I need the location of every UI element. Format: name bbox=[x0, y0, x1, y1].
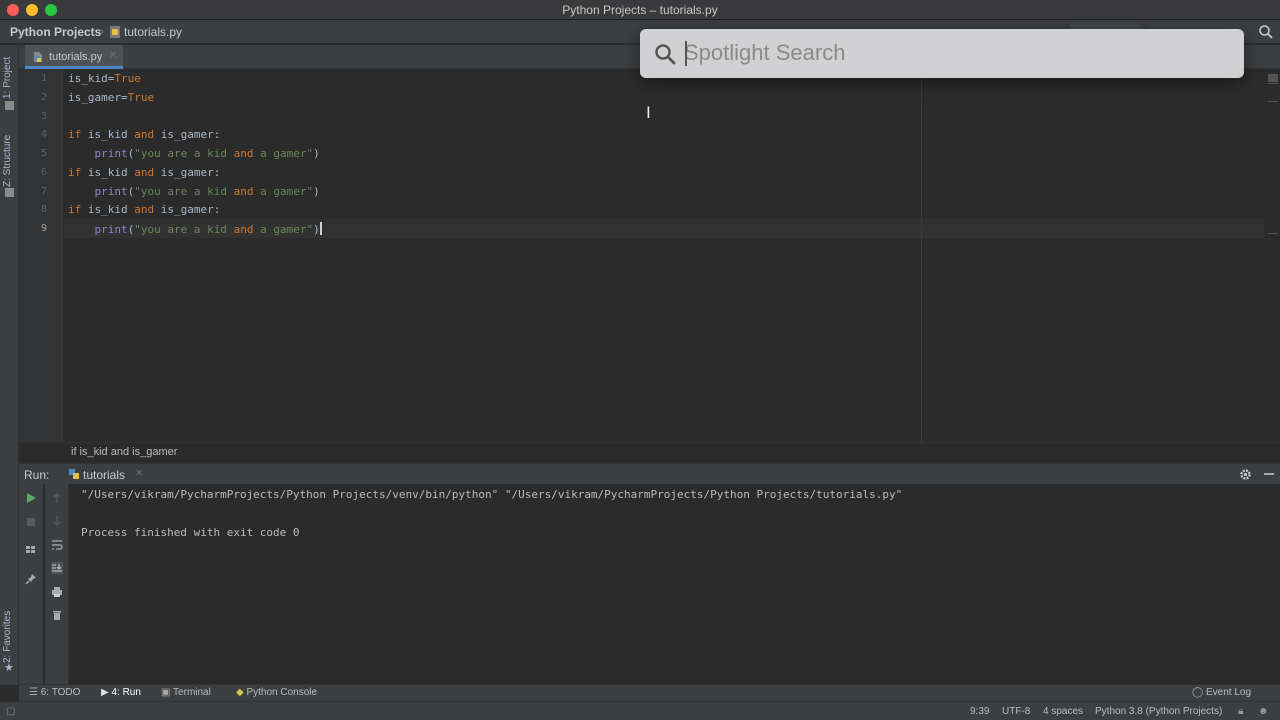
run-panel-header: Run: tutorials ✕ bbox=[19, 463, 1280, 484]
code-line[interactable]: print("you are a kid and a gamer") bbox=[68, 147, 320, 160]
toggle-tool-windows-icon[interactable]: ▢ bbox=[6, 706, 15, 717]
run-panel-label: Run: bbox=[24, 468, 50, 482]
code-breadcrumb[interactable]: if is_kid and is_gamer bbox=[71, 446, 177, 458]
project-tool-tab[interactable]: 1: Project bbox=[2, 51, 18, 99]
run-tab-tutorials[interactable]: tutorials bbox=[83, 468, 125, 482]
run-label: 4: Run bbox=[111, 687, 141, 698]
python-interpreter[interactable]: Python 3.8 (Python Projects) bbox=[1095, 706, 1222, 717]
run-tool-button[interactable]: ▶ 4: Run bbox=[101, 687, 141, 698]
python-console-label: Python Console bbox=[246, 687, 318, 698]
code-text: print("you are a kid and a gamer") bbox=[94, 185, 320, 198]
code-text: if is_kid and is_gamer: bbox=[68, 203, 221, 216]
close-tab-icon[interactable]: ✕ bbox=[109, 50, 117, 61]
code-text: is_gamer=True bbox=[68, 91, 155, 104]
breadcrumb-project[interactable]: Python Projects bbox=[10, 25, 101, 39]
breadcrumb-file[interactable]: tutorials.py bbox=[124, 25, 182, 39]
tab-label: tutorials.py bbox=[49, 51, 103, 63]
gear-icon[interactable] bbox=[1239, 468, 1252, 481]
layout-icon[interactable] bbox=[25, 544, 37, 556]
code-line[interactable]: if is_kid and is_gamer: bbox=[68, 128, 220, 141]
line-number: 7 bbox=[40, 186, 47, 197]
minimize-panel-icon[interactable] bbox=[1264, 473, 1274, 475]
window-title: Python Projects – tutorials.py bbox=[562, 3, 718, 17]
code-line[interactable]: print("you are a kid and a gamer") bbox=[68, 185, 320, 198]
code-editor[interactable]: 1 2 3 4 5 6 7 8 9 is_kid=True is_gamer=T… bbox=[19, 69, 1280, 442]
line-number-current: 9 bbox=[40, 223, 47, 234]
tab-tutorials-py[interactable]: tutorials.py ✕ bbox=[25, 45, 123, 69]
spotlight-search-panel bbox=[640, 29, 1244, 78]
inspection-status-icon[interactable] bbox=[1268, 74, 1278, 82]
search-icon bbox=[655, 44, 676, 65]
spotlight-search-input[interactable] bbox=[684, 37, 1224, 69]
left-tool-strip: 1: Project Z: Structure 2: Favorites ★ bbox=[0, 45, 19, 685]
python-file-icon bbox=[34, 52, 42, 62]
arrow-down-icon[interactable] bbox=[51, 515, 63, 527]
terminal-tool-button[interactable]: ▣ Terminal bbox=[161, 687, 211, 698]
right-margin-guide bbox=[921, 69, 922, 442]
code-breadcrumb-bar: if is_kid and is_gamer bbox=[19, 442, 1280, 460]
line-number: 1 bbox=[40, 73, 47, 84]
scroll-to-end-icon[interactable] bbox=[51, 562, 63, 574]
line-number: 2 bbox=[40, 92, 47, 103]
line-number-gutter: 1 2 3 4 5 6 7 8 9 bbox=[19, 69, 63, 442]
scrollbar-marker bbox=[1268, 101, 1278, 102]
console-output-line: Process finished with exit code 0 bbox=[81, 526, 300, 539]
event-log-tool-button[interactable]: ◯ Event Log bbox=[1192, 687, 1251, 698]
favorites-tool-tab[interactable]: 2: Favorites bbox=[2, 603, 18, 663]
project-tool-icon bbox=[5, 101, 14, 110]
scrollbar-marker bbox=[1268, 233, 1278, 234]
python-console-tool-button[interactable]: ◆ Python Console bbox=[236, 687, 317, 698]
title-bar: Python Projects – tutorials.py bbox=[0, 0, 1280, 20]
event-log-label: Event Log bbox=[1205, 687, 1252, 698]
star-icon: ★ bbox=[4, 662, 14, 674]
line-number: 5 bbox=[40, 148, 47, 159]
console-output-line: "/Users/vikram/PycharmProjects/Python Pr… bbox=[81, 488, 903, 501]
lock-icon[interactable]: 🔒︎ bbox=[1238, 706, 1243, 717]
trash-icon[interactable] bbox=[51, 609, 63, 621]
status-bar: ▢ 9:39 UTF-8 4 spaces Python 3.8 (Python… bbox=[0, 701, 1280, 720]
line-number: 3 bbox=[40, 111, 47, 122]
caret-position[interactable]: 9:39 bbox=[970, 706, 989, 717]
soft-wrap-icon[interactable] bbox=[51, 539, 63, 551]
code-text: print("you are a kid and a gamer") bbox=[94, 223, 320, 236]
file-encoding[interactable]: UTF-8 bbox=[1002, 706, 1030, 717]
python-file-icon bbox=[110, 26, 120, 38]
line-number: 4 bbox=[40, 129, 47, 140]
line-number: 8 bbox=[40, 204, 47, 215]
code-line[interactable]: is_kid=True bbox=[68, 72, 141, 85]
structure-tool-icon bbox=[5, 188, 14, 197]
mouse-ibeam-cursor: I bbox=[646, 103, 651, 122]
run-toolbar-secondary bbox=[45, 484, 69, 684]
code-line[interactable]: is_gamer=True bbox=[68, 91, 154, 104]
python-run-config-icon bbox=[69, 469, 79, 479]
breadcrumb-separator: › bbox=[100, 24, 104, 38]
search-everywhere-icon[interactable] bbox=[1258, 24, 1274, 40]
text-caret bbox=[319, 222, 322, 235]
code-text: print("you are a kid and a gamer") bbox=[94, 147, 320, 160]
terminal-label: Terminal bbox=[173, 687, 211, 698]
close-run-tab-icon[interactable]: ✕ bbox=[135, 468, 143, 479]
code-text: if is_kid and is_gamer: bbox=[68, 128, 221, 141]
line-number: 6 bbox=[40, 167, 47, 178]
run-toolbar-primary bbox=[19, 484, 43, 684]
run-panel-body: "/Users/vikram/PycharmProjects/Python Pr… bbox=[19, 484, 1280, 684]
code-text: if is_kid and is_gamer: bbox=[68, 166, 221, 179]
arrow-up-icon[interactable] bbox=[51, 492, 63, 504]
rerun-icon[interactable] bbox=[25, 492, 37, 504]
stop-icon[interactable] bbox=[25, 516, 37, 528]
indent-setting[interactable]: 4 spaces bbox=[1043, 706, 1083, 717]
scrollbar-marker bbox=[1268, 83, 1278, 84]
code-text: is_kid=True bbox=[68, 72, 141, 85]
code-line[interactable]: if is_kid and is_gamer: bbox=[68, 203, 220, 216]
spotlight-caret bbox=[685, 41, 687, 66]
print-icon[interactable] bbox=[51, 586, 63, 598]
bottom-tool-bar: ☰ 6: TODO ▶ 4: Run ▣ Terminal ◆ Python C… bbox=[19, 684, 1280, 701]
todo-label: 6: TODO bbox=[40, 687, 81, 698]
todo-tool-button[interactable]: ☰ 6: TODO bbox=[29, 687, 80, 698]
code-line-current[interactable]: print("you are a kid and a gamer") bbox=[68, 222, 322, 236]
structure-tool-tab[interactable]: Z: Structure bbox=[2, 127, 18, 187]
inspector-icon[interactable]: ☻ bbox=[1258, 706, 1269, 717]
code-line[interactable]: if is_kid and is_gamer: bbox=[68, 166, 220, 179]
pin-icon[interactable] bbox=[25, 573, 37, 585]
